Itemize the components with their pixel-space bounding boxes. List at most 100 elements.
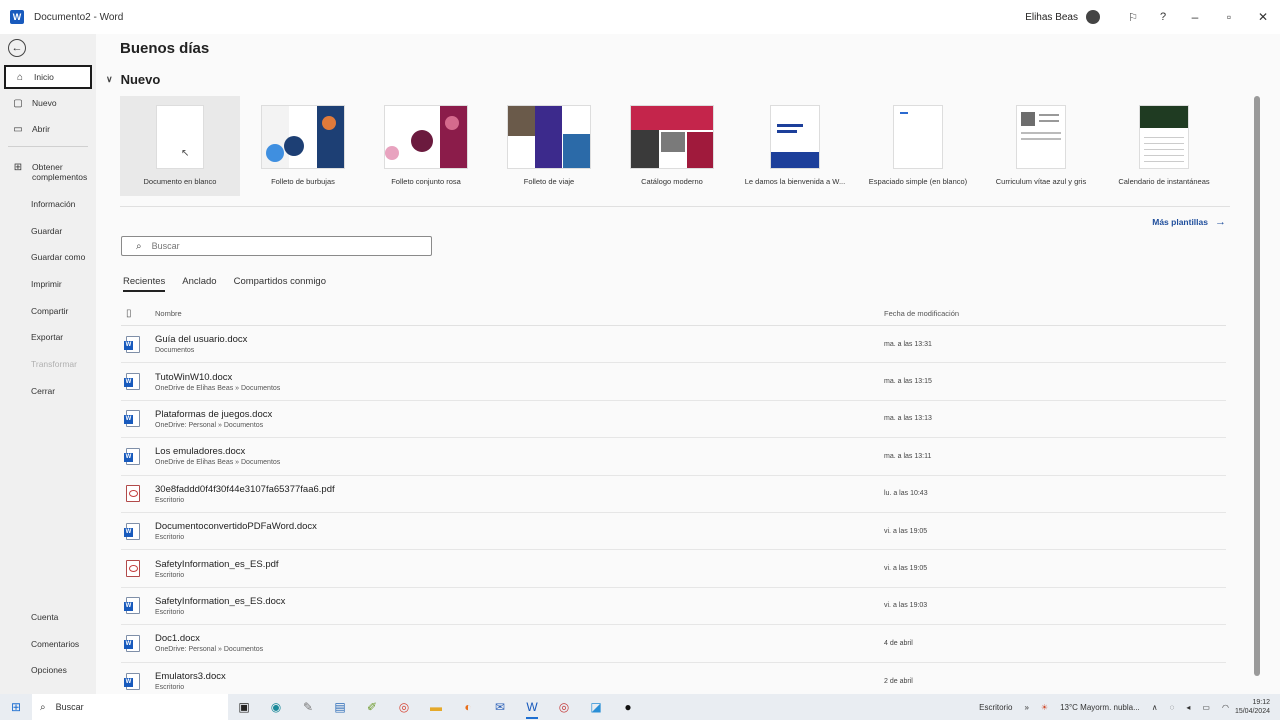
feedback-icon[interactable]: ⚐ xyxy=(1118,11,1148,24)
taskbar-search[interactable]: ⌕ Buscar xyxy=(32,694,228,720)
file-name: Plataformas de juegos.docx xyxy=(155,408,273,420)
home-icon: ⌂ xyxy=(16,71,24,83)
arrow-right-icon: → xyxy=(1215,216,1226,228)
nav-item-cerrar[interactable]: Cerrar xyxy=(4,379,92,403)
firefox-icon[interactable]: ◐ xyxy=(452,694,484,720)
word-doc-icon: W xyxy=(124,597,140,615)
taskbar-search-label: Buscar xyxy=(55,702,84,712)
nav-item-inicio[interactable]: ⌂ Inicio xyxy=(4,65,92,89)
notepad-icon[interactable]: ✐ xyxy=(356,694,388,720)
more-templates-label: Más plantillas xyxy=(1152,217,1208,227)
nav-label: Cuenta xyxy=(31,612,59,622)
nav-item-exportar[interactable]: Exportar xyxy=(4,325,92,349)
restore-button[interactable]: ▫ xyxy=(1212,10,1246,24)
app-circle-icon[interactable]: ● xyxy=(612,694,644,720)
nav-item-guardar[interactable]: Guardar xyxy=(4,219,92,243)
chevron-up-icon[interactable]: ∧ xyxy=(1152,703,1158,712)
template-cv-blue-gray[interactable]: Curriculum vítae azul y gris xyxy=(981,96,1101,196)
close-button[interactable]: ✕ xyxy=(1246,10,1280,24)
template-welcome-word[interactable]: Le damos la bienvenida a W... xyxy=(735,96,855,196)
minimize-button[interactable]: – xyxy=(1178,10,1212,24)
mail-icon[interactable]: ✉ xyxy=(484,694,516,720)
template-pink-brochure[interactable]: Folleto conjunto rosa xyxy=(366,96,486,196)
file-name: DocumentoconvertidoPDFaWord.docx xyxy=(155,521,317,533)
table-row[interactable]: W TutoWinW10.docx OneDrive de Elihas Bea… xyxy=(121,363,1226,401)
template-travel-brochure[interactable]: Folleto de viaje xyxy=(489,96,609,196)
edge-icon[interactable]: ◉ xyxy=(260,694,292,720)
weather-text[interactable]: 13°C Mayorm. nubla... xyxy=(1060,703,1140,712)
template-modern-catalog[interactable]: Catálogo moderno xyxy=(612,96,732,196)
nav-item-opciones[interactable]: Opciones xyxy=(4,658,92,682)
tab-compartidos[interactable]: Compartidos conmigo xyxy=(234,276,326,292)
clock-date: 15/04/2024 xyxy=(1234,708,1270,715)
more-templates-link[interactable]: Más plantillas → xyxy=(1152,216,1226,228)
chrome-icon[interactable]: ◎ xyxy=(388,694,420,720)
wifi-icon[interactable]: ◠ xyxy=(1222,703,1229,712)
network-icon[interactable]: ◌ xyxy=(1170,703,1175,712)
file-location: Documentos xyxy=(155,347,195,355)
table-row[interactable]: SafetyInformation_es_ES.pdf Escritorio v… xyxy=(121,550,1226,588)
tab-recientes[interactable]: Recientes xyxy=(123,276,166,292)
nav-label: Guardar xyxy=(31,226,63,236)
nav-item-imprimir[interactable]: Imprimir xyxy=(4,272,92,296)
volume-icon[interactable]: ◂ xyxy=(1186,703,1190,712)
table-row[interactable]: W Guía del usuario.docx Documentos ma. a… xyxy=(121,326,1226,364)
help-icon[interactable]: ? xyxy=(1148,11,1178,23)
battery-icon[interactable]: ▭ xyxy=(1202,703,1210,712)
word-doc-icon: W xyxy=(124,672,140,690)
desktop-label[interactable]: Escritorio xyxy=(979,703,1012,712)
new-section-header[interactable]: ∨ Nuevo xyxy=(106,72,160,87)
widget-icon[interactable]: ✎ xyxy=(292,694,324,720)
paint-icon[interactable]: ◪ xyxy=(580,694,612,720)
clock[interactable]: 19:12 15/04/2024 xyxy=(1235,698,1270,716)
avatar[interactable] xyxy=(1086,10,1100,24)
template-blank-document[interactable]: ↖ Documento en blanco xyxy=(120,96,240,196)
nav-item-compartir[interactable]: Compartir xyxy=(4,299,92,323)
nav-item-nuevo[interactable]: ▢ Nuevo xyxy=(4,91,92,115)
chrome-profile-icon[interactable]: ◎ xyxy=(548,694,580,720)
user-name[interactable]: Elihas Beas xyxy=(1025,12,1078,23)
store-icon[interactable]: ▤ xyxy=(324,694,356,720)
nav-label: Imprimir xyxy=(31,279,62,289)
nav-item-obtener-complementos[interactable]: ⊞ Obtener complementos xyxy=(4,160,92,190)
back-arrow-icon[interactable]: ← xyxy=(8,39,26,57)
nav-item-comentarios[interactable]: Comentarios xyxy=(4,632,92,656)
table-row[interactable]: W SafetyInformation_es_ES.docx Escritori… xyxy=(121,588,1226,626)
template-label: Espaciado simple (en blanco) xyxy=(868,177,968,186)
column-header-date[interactable]: Fecha de modificación xyxy=(884,309,1226,318)
column-header-name[interactable]: Nombre xyxy=(155,309,884,318)
nav-label: Compartir xyxy=(31,306,69,316)
task-view-icon[interactable]: ▣ xyxy=(228,694,260,720)
tab-anclado[interactable]: Anclado xyxy=(182,276,216,292)
chevron-right-icon[interactable]: » xyxy=(1024,703,1028,712)
nav-item-abrir[interactable]: ▭ Abrir xyxy=(4,117,92,141)
file-date: lu. a las 10:43 xyxy=(884,490,928,498)
windows-start-icon[interactable]: ⊞ xyxy=(0,700,32,714)
nav-item-cuenta[interactable]: Cuenta xyxy=(4,605,92,629)
template-bubble-brochure[interactable]: Folleto de burbujas xyxy=(243,96,363,196)
vertical-scrollbar[interactable] xyxy=(1254,96,1260,676)
word-doc-icon: W xyxy=(124,373,140,391)
table-row[interactable]: W Plataformas de juegos.docx OneDrive: P… xyxy=(121,401,1226,439)
template-snapshot-calendar[interactable]: Calendario de instantáneas xyxy=(1104,96,1224,196)
table-row[interactable]: 30e8faddd0f4f30f44e3107fa65377faa6.pdf E… xyxy=(121,476,1226,513)
search-input[interactable] xyxy=(151,241,412,251)
word-taskbar-icon[interactable]: W xyxy=(516,694,548,720)
page-title: Buenos días xyxy=(120,40,210,57)
template-single-spaced[interactable]: Espaciado simple (en blanco) xyxy=(858,96,978,196)
search-box[interactable]: ⌕ xyxy=(121,236,432,256)
nav-label: Comentarios xyxy=(31,639,80,649)
nav-item-informacion[interactable]: Información xyxy=(4,192,92,216)
file-name: SafetyInformation_es_ES.docx xyxy=(155,595,286,607)
table-row[interactable]: W Doc1.docx OneDrive: Personal » Documen… xyxy=(121,625,1226,663)
nav-item-guardar-como[interactable]: Guardar como xyxy=(4,245,92,269)
table-row[interactable]: W Los emuladores.docx OneDrive de Elihas… xyxy=(121,438,1226,476)
table-row[interactable]: W DocumentoconvertidoPDFaWord.docx Escri… xyxy=(121,513,1226,551)
nav-label: Opciones xyxy=(31,665,67,675)
template-thumbnail: ↖ xyxy=(157,106,203,168)
nav-label: Nuevo xyxy=(32,98,57,108)
backstage-nav: ← ⌂ Inicio ▢ Nuevo ▭ Abrir ⊞ Obtener com… xyxy=(0,34,96,694)
file-date: ma. a las 13:11 xyxy=(884,452,932,460)
template-gallery: ↖ Documento en blanco Folleto de burbuja… xyxy=(120,96,1230,196)
folder-icon[interactable]: ▬ xyxy=(420,694,452,720)
